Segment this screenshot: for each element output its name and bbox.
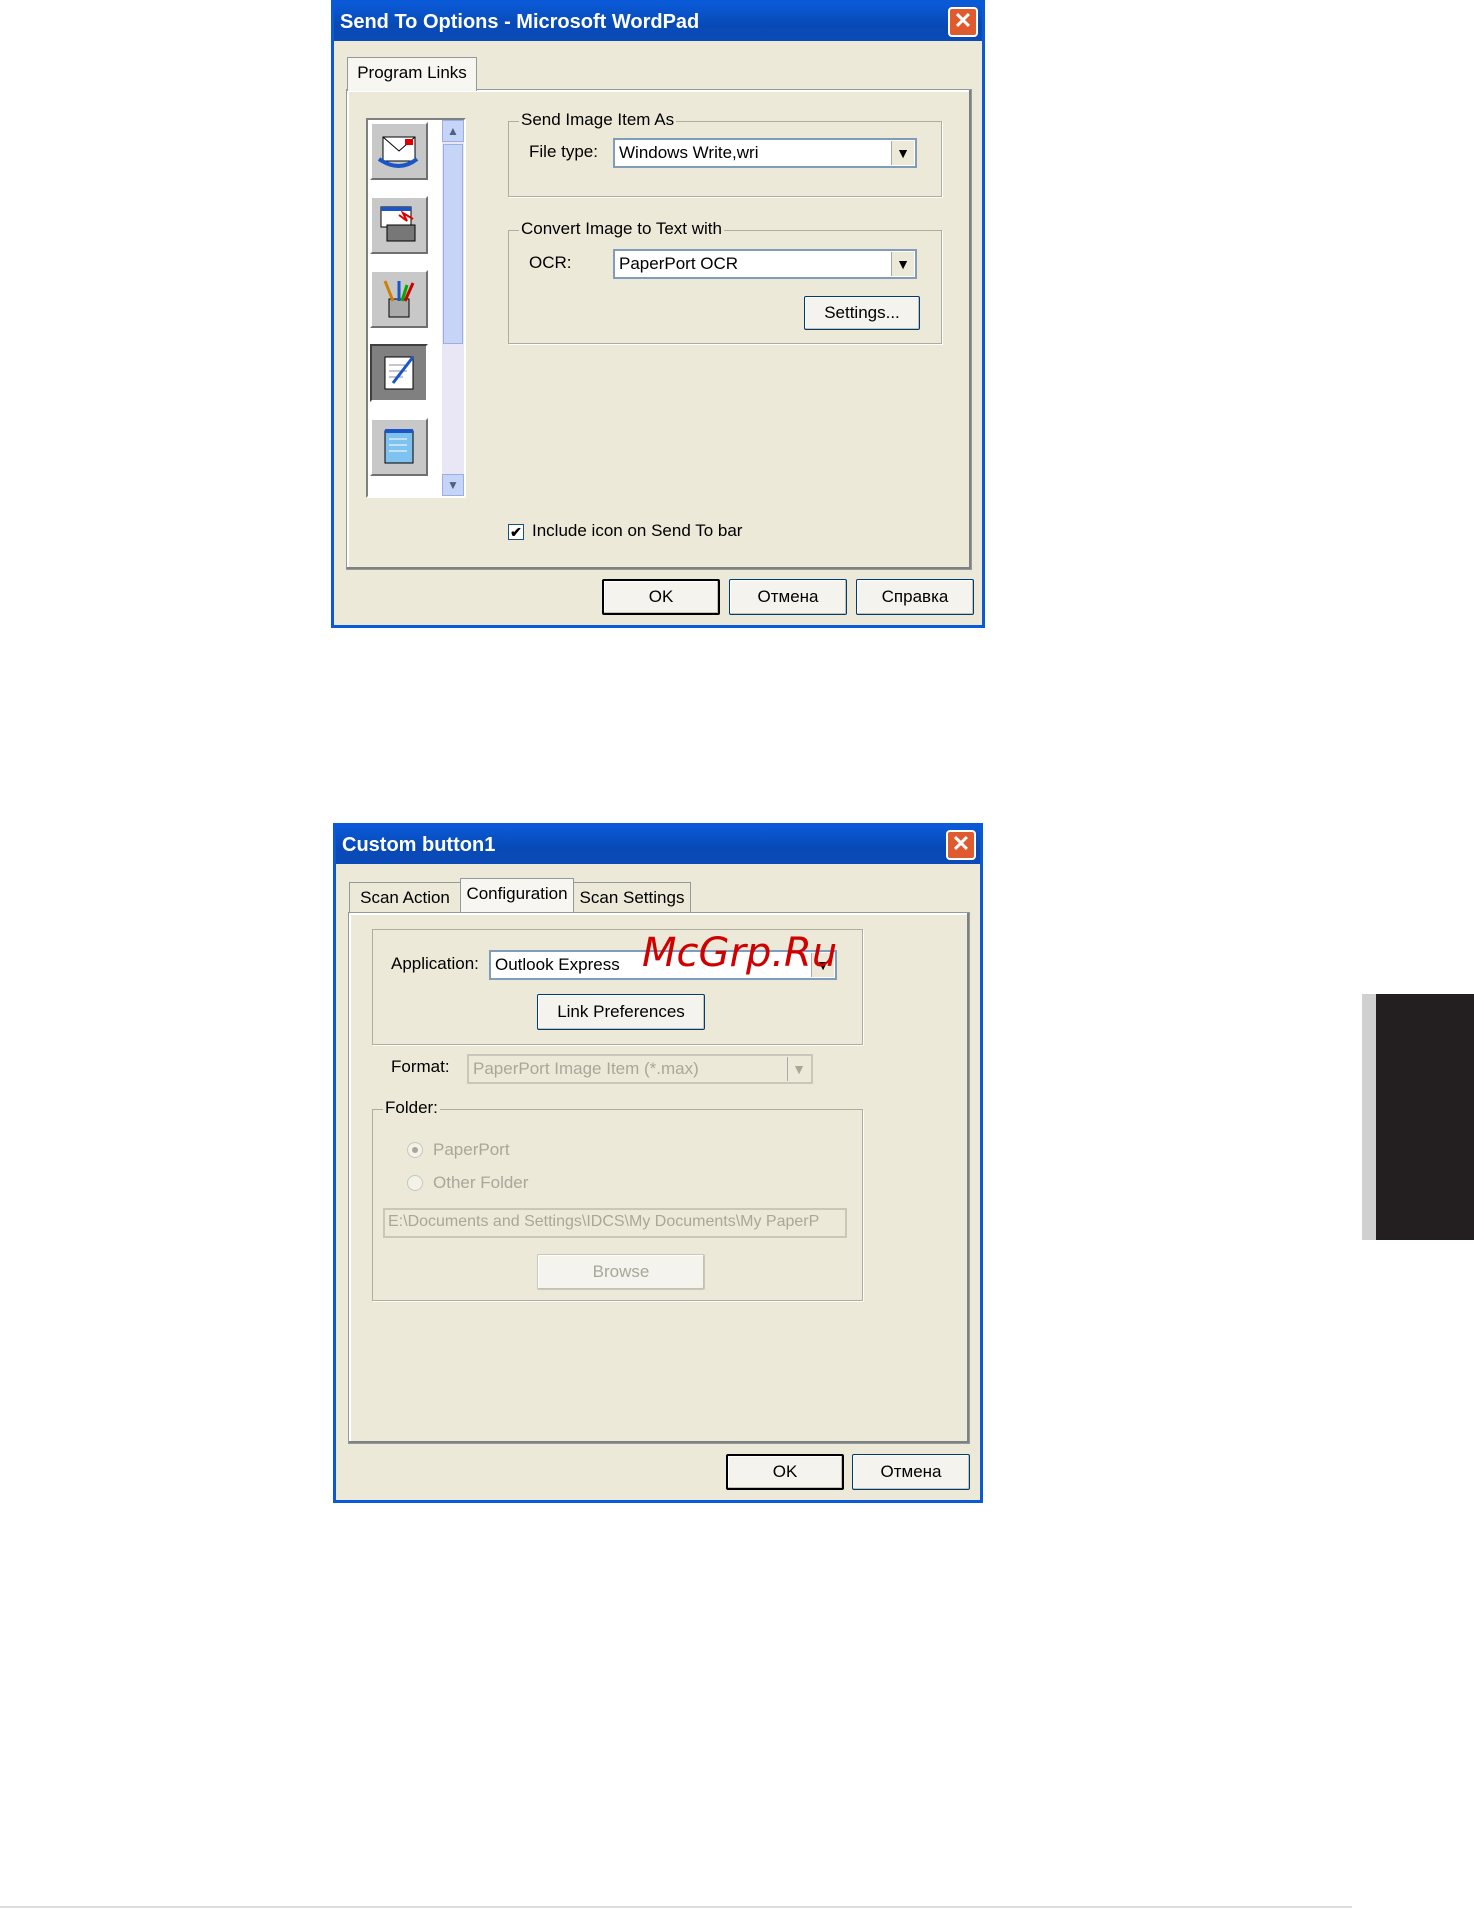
folder-path-field[interactable]: E:\Documents and Settings\IDCS\My Docume… [383, 1208, 847, 1238]
scroll-down-button[interactable]: ▼ [442, 474, 464, 496]
group-legend: Send Image Item As [519, 110, 677, 130]
ok-button-label: OK [648, 587, 674, 606]
ocr-select[interactable]: PaperPort OCR ▼ [613, 249, 917, 279]
ok-button[interactable]: OK [726, 1454, 844, 1490]
tab-scan-action[interactable]: Scan Action [349, 882, 461, 912]
include-icon-checkbox[interactable]: ✔ [508, 524, 524, 540]
ocr-label: OCR: [529, 253, 572, 272]
application-value: Outlook Express [495, 955, 620, 974]
ok-button-label: OK [772, 1462, 798, 1481]
group-legend: Folder: [383, 1098, 440, 1118]
format-select[interactable]: PaperPort Image Item (*.max) ▼ [467, 1054, 813, 1084]
chevron-down-icon[interactable]: ▼ [891, 252, 914, 276]
dialog-title: Custom button1 [342, 834, 496, 856]
link-preferences-label: Link Preferences [557, 1002, 685, 1021]
ok-button[interactable]: OK [602, 579, 720, 615]
settings-button[interactable]: Settings... [804, 296, 920, 330]
settings-button-label: Settings... [824, 303, 900, 322]
send-image-item-group: Send Image Item As File type: Windows Wr… [508, 110, 942, 197]
dialog-title: Send To Options - Microsoft WordPad [340, 11, 700, 33]
format-label: Format: [391, 1057, 450, 1076]
footer-divider [0, 1906, 1352, 1908]
title-bar: Custom button1 ✕ [336, 826, 980, 864]
tab-label: Scan Action [360, 888, 450, 907]
close-icon: ✕ [951, 831, 971, 856]
browse-button[interactable]: Browse [537, 1254, 705, 1290]
paint-icon[interactable] [370, 270, 428, 328]
help-button-label: Справка [881, 587, 949, 606]
folder-path-value: E:\Documents and Settings\IDCS\My Docume… [388, 1213, 820, 1230]
folder-group: Folder: PaperPort Other Folder E:\Docume… [372, 1098, 863, 1301]
icon-list-scrollbar[interactable]: ▲ ▼ [442, 120, 464, 496]
close-icon: ✕ [953, 8, 973, 33]
file-type-select[interactable]: Windows Write,wri ▼ [613, 138, 917, 168]
file-type-label: File type: [529, 142, 598, 161]
help-button[interactable]: Справка [856, 579, 974, 615]
title-bar: Send To Options - Microsoft WordPad ✕ [334, 3, 982, 41]
chevron-down-icon[interactable]: ▼ [891, 141, 914, 165]
other-folder-radio-label: Other Folder [433, 1173, 529, 1192]
tab-scan-settings[interactable]: Scan Settings [573, 882, 691, 912]
custom-button-dialog: Custom button1 ✕ Scan Action Configurati… [333, 823, 983, 1503]
fax-icon[interactable] [370, 196, 428, 254]
file-type-value: Windows Write,wri [619, 143, 759, 162]
chevron-down-icon: ▼ [447, 478, 459, 492]
application-label: Application: [391, 954, 479, 973]
scroll-up-button[interactable]: ▲ [442, 120, 464, 142]
include-icon-label: Include icon on Send To bar [532, 521, 743, 540]
section-side-tab-edge [1362, 994, 1376, 1240]
tab-program-links[interactable]: Program Links [347, 57, 477, 91]
cancel-button[interactable]: Отмена [852, 1454, 970, 1490]
chevron-up-icon: ▲ [447, 124, 459, 138]
link-preferences-button[interactable]: Link Preferences [537, 994, 705, 1030]
convert-image-group: Convert Image to Text with OCR: PaperPor… [508, 219, 942, 344]
format-value: PaperPort Image Item (*.max) [473, 1059, 699, 1078]
ocr-value: PaperPort OCR [619, 254, 739, 273]
cancel-button[interactable]: Отмена [729, 579, 847, 615]
watermark: McGrp.Ru [642, 930, 838, 976]
scroll-thumb[interactable] [443, 144, 463, 344]
chevron-down-icon[interactable]: ▼ [787, 1057, 810, 1081]
browse-button-label: Browse [592, 1262, 650, 1281]
section-side-tab [1362, 994, 1474, 1240]
close-button[interactable]: ✕ [946, 830, 976, 860]
cancel-button-label: Отмена [880, 1462, 942, 1481]
paperport-radio-label: PaperPort [433, 1140, 510, 1159]
tab-label: Program Links [357, 63, 467, 82]
send-to-options-dialog: Send To Options - Microsoft WordPad ✕ Pr… [331, 0, 985, 628]
tab-configuration[interactable]: Configuration [460, 878, 574, 912]
program-icon-list[interactable]: ▲ ▼ [366, 118, 466, 498]
close-button[interactable]: ✕ [948, 7, 978, 37]
tab-panel: ▲ ▼ Send Image Item As File type: Window… [346, 89, 972, 570]
paperport-radio[interactable] [407, 1142, 423, 1158]
other-folder-radio[interactable] [407, 1175, 423, 1191]
mail-send-icon[interactable] [370, 122, 428, 180]
tab-label: Configuration [466, 884, 568, 903]
tab-panel: Application: Outlook Express ▼ Link Pref… [348, 912, 970, 1444]
wordpad-icon[interactable] [370, 344, 428, 402]
cancel-button-label: Отмена [757, 587, 819, 606]
group-legend: Convert Image to Text with [519, 219, 724, 239]
tab-label: Scan Settings [579, 888, 685, 907]
notepad-icon[interactable] [370, 418, 428, 476]
